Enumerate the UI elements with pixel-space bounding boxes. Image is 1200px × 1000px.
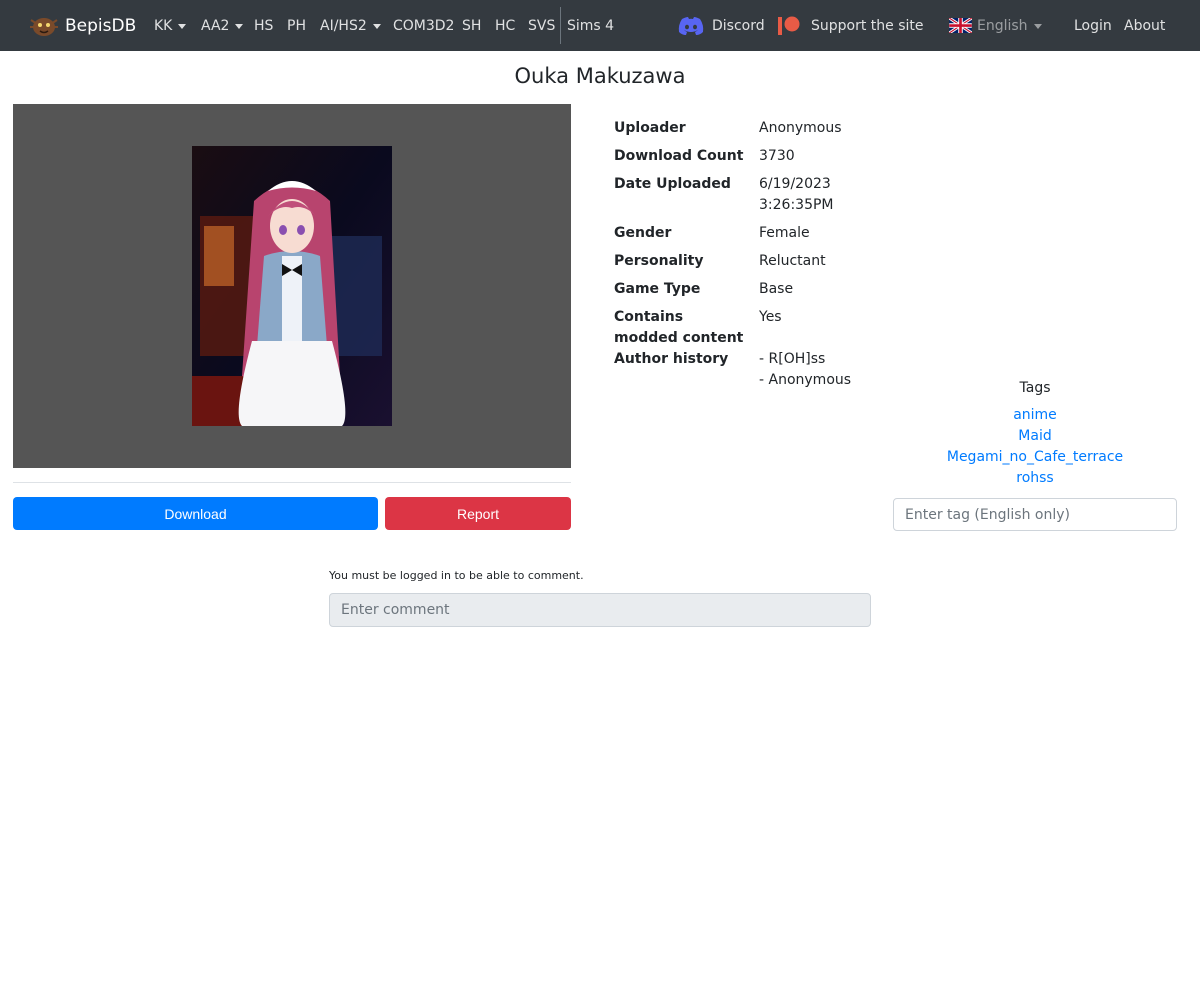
- nav-kk[interactable]: KK: [154, 0, 187, 51]
- card-image-panel: [13, 104, 571, 468]
- nav-aa2-label: AA2: [201, 17, 230, 34]
- nav-com3d2-label: COM3D2: [393, 17, 455, 34]
- nav-sh[interactable]: SH: [462, 0, 481, 51]
- nav-com3d2[interactable]: COM3D2: [393, 0, 454, 51]
- info-label-gender: Gender: [614, 225, 672, 241]
- nav-ph-label: PH: [287, 17, 306, 34]
- discord-link[interactable]: Discord: [677, 0, 765, 51]
- info-value-download-count: 3730: [759, 148, 795, 164]
- caret-down-icon: [178, 24, 187, 29]
- download-button[interactable]: Download: [13, 497, 378, 530]
- info-value-personality: Reluctant: [759, 253, 826, 269]
- info-value-gender: Female: [759, 225, 810, 241]
- info-label-modded-content: Contains modded content: [614, 309, 744, 346]
- tag-link[interactable]: Megami_no_Cafe_terrace: [893, 449, 1177, 465]
- login-label: Login: [1074, 17, 1112, 34]
- support-label: Support the site: [811, 17, 924, 34]
- uk-flag-icon: [949, 18, 972, 33]
- info-label-download-count: Download Count: [614, 148, 744, 164]
- character-card-image[interactable]: [192, 146, 392, 426]
- brand-name: BepisDB: [65, 15, 137, 36]
- bepis-logo-icon: [30, 17, 58, 36]
- tag-link[interactable]: rohss: [893, 470, 1177, 486]
- page-title: Ouka Makuzawa: [514, 64, 686, 88]
- language-label: English: [977, 17, 1028, 34]
- language-dropdown[interactable]: English: [949, 0, 1042, 51]
- info-label-date-uploaded: Date Uploaded: [614, 176, 731, 192]
- nav-svs[interactable]: SVS: [528, 0, 555, 51]
- login-link[interactable]: Login: [1074, 0, 1112, 51]
- report-button[interactable]: Report: [385, 497, 571, 530]
- nav-kk-label: KK: [154, 17, 173, 34]
- patreon-icon: [778, 16, 800, 35]
- info-label-personality: Personality: [614, 253, 704, 269]
- tags-heading: Tags: [1019, 380, 1051, 396]
- nav-sims4[interactable]: Sims 4: [567, 0, 614, 51]
- nav-hs[interactable]: HS: [254, 0, 273, 51]
- nav-aa2[interactable]: AA2: [201, 0, 244, 51]
- info-value-game-type: Base: [759, 281, 794, 297]
- tag-input[interactable]: [893, 498, 1177, 531]
- caret-down-icon: [1033, 24, 1042, 29]
- comment-input[interactable]: [329, 593, 871, 627]
- tag-link[interactable]: Maid: [893, 428, 1177, 444]
- nav-hs-label: HS: [254, 17, 274, 34]
- caret-down-icon: [372, 24, 381, 29]
- navbar: BepisDB KK AA2 HS PH AI/HS2 COM3D2 SH HC…: [0, 0, 1200, 51]
- info-value-date-uploaded: 6/19/2023 3:26:35PM: [759, 176, 834, 213]
- nav-ph[interactable]: PH: [287, 0, 306, 51]
- tag-link[interactable]: anime: [893, 407, 1177, 423]
- discord-label: Discord: [712, 17, 765, 34]
- comment-login-note: You must be logged in to be able to comm…: [329, 569, 584, 582]
- nav-ai-hs2-label: AI/HS2: [320, 17, 367, 34]
- nav-hc-label: HC: [495, 17, 516, 34]
- nav-sh-label: SH: [462, 17, 482, 34]
- info-label-uploader: Uploader: [614, 120, 686, 136]
- support-link[interactable]: Support the site: [778, 0, 924, 51]
- about-label: About: [1124, 17, 1166, 34]
- brand-link[interactable]: BepisDB: [28, 0, 136, 51]
- discord-icon: [678, 16, 704, 35]
- info-label-author-history: Author history: [614, 351, 729, 367]
- nav-svs-label: SVS: [528, 17, 556, 34]
- info-label-game-type: Game Type: [614, 281, 701, 297]
- info-value-modded-content: Yes: [759, 309, 782, 325]
- nav-divider: [560, 7, 561, 44]
- nav-sims4-label: Sims 4: [567, 17, 615, 34]
- nav-ai-hs2[interactable]: AI/HS2: [320, 0, 381, 51]
- info-value-author-history: - R[OH]ss - Anonymous: [759, 351, 852, 388]
- nav-hc[interactable]: HC: [495, 0, 515, 51]
- info-value-uploader: Anonymous: [759, 120, 842, 136]
- divider: [13, 482, 571, 483]
- about-link[interactable]: About: [1124, 0, 1165, 51]
- caret-down-icon: [235, 24, 244, 29]
